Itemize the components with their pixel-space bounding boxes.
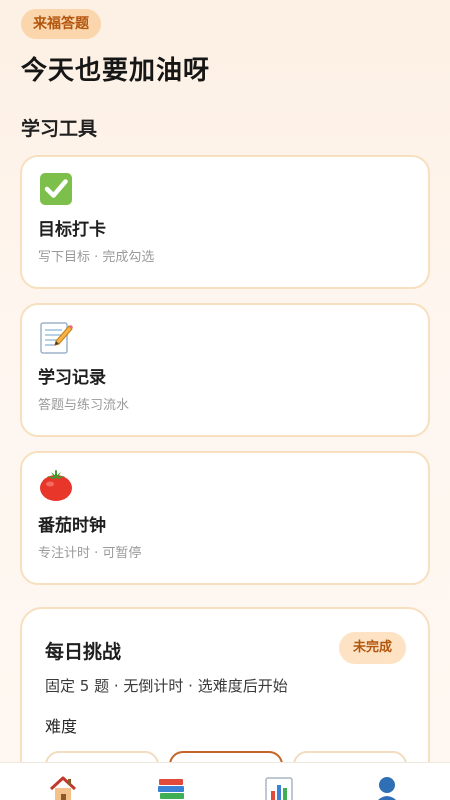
challenge-desc: 固定 5 题 · 无倒计时 · 选难度后开始 bbox=[45, 677, 288, 695]
tool-card-title: 学习记录 bbox=[38, 368, 106, 388]
home-screen: 来福答题 今天也要加油呀 学习工具 目标打卡 写下目标 · 完成勾选 学习记录 … bbox=[0, 0, 450, 800]
tool-card-desc: 专注计时 · 可暂停 bbox=[38, 546, 142, 561]
nav-item-stats[interactable] bbox=[223, 763, 335, 800]
memo-icon bbox=[38, 319, 74, 355]
status-badge: 未完成 bbox=[338, 632, 406, 664]
tool-card-desc: 写下目标 · 完成勾选 bbox=[38, 250, 155, 265]
user-icon bbox=[377, 777, 397, 800]
tool-card-pomodoro[interactable]: 番茄时钟 专注计时 · 可暂停 bbox=[20, 451, 430, 585]
tool-card-goal-checkin[interactable]: 目标打卡 写下目标 · 完成勾选 bbox=[20, 155, 430, 289]
bar-chart-icon bbox=[265, 777, 293, 800]
tool-card-title: 目标打卡 bbox=[38, 220, 106, 240]
difficulty-label: 难度 bbox=[45, 717, 78, 736]
tools-section-title: 学习工具 bbox=[21, 118, 98, 140]
bottom-nav bbox=[0, 762, 450, 800]
check-mark-icon bbox=[38, 171, 74, 207]
tomato-icon bbox=[38, 467, 74, 503]
tool-card-desc: 答题与练习流水 bbox=[38, 398, 130, 413]
tool-card-title: 番茄时钟 bbox=[38, 516, 106, 536]
nav-item-study[interactable] bbox=[115, 763, 227, 800]
challenge-title: 每日挑战 bbox=[45, 641, 122, 663]
greeting-heading: 今天也要加油呀 bbox=[21, 56, 211, 86]
app-name-badge: 来福答题 bbox=[21, 9, 101, 39]
house-icon bbox=[49, 776, 77, 800]
nav-item-profile[interactable] bbox=[331, 763, 443, 800]
nav-item-home[interactable] bbox=[7, 763, 119, 800]
tool-card-study-record[interactable]: 学习记录 答题与练习流水 bbox=[20, 303, 430, 437]
books-icon bbox=[158, 779, 184, 799]
